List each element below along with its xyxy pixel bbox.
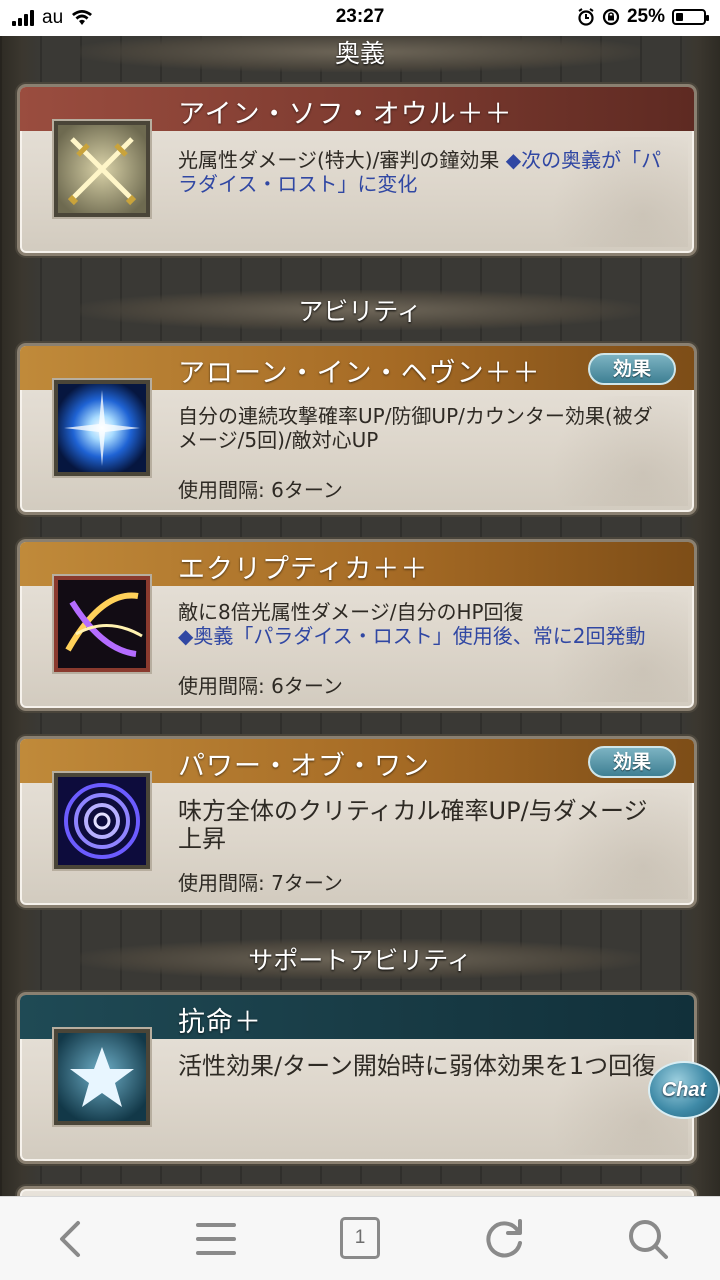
ability-name: パワー・オブ・ワン [178,751,430,782]
slash-arc-icon [54,576,150,672]
ability-name: アローン・イン・ヘヴン＋＋ [178,358,541,389]
tabs-button[interactable]: 1 [336,1215,384,1263]
light-burst-icon [54,380,150,476]
ability-cooldown: 使用間隔: 7ターン [178,871,343,895]
tab-count-icon: 1 [340,1217,380,1259]
effect-button[interactable]: 効果 [588,353,676,385]
next-card-partial [17,1186,697,1196]
reload-button[interactable] [480,1215,528,1263]
ougi-desc-text: 光属性ダメージ(特大)/審判の鐘効果 [178,148,506,172]
chevron-left-icon [60,1221,80,1257]
ability-cooldown: 使用間隔: 6ターン [178,674,343,698]
battery-percent: 25% [626,6,665,27]
rotation-lock-icon [602,8,620,26]
ougi-card[interactable]: アイン・ソフ・オウル＋＋ 光属性ダメージ(特大)/審判の鐘効果 ◆次の奥義が「パ… [17,84,697,256]
ability-card[interactable]: パワー・オブ・ワン 効果 味方全体のクリティカル確率UP/与ダメージ上昇 使用間… [17,736,697,908]
ability-description: 味方全体のクリティカル確率UP/与ダメージ上昇 [178,797,648,853]
ougi-name: アイン・ソフ・オウル＋＋ [178,99,513,130]
ability-card[interactable]: エクリプティカ＋＋ 敵に8倍光属性ダメージ/自分のHP回復 ◆奥義「パラダイス・… [17,539,697,711]
status-bar: au 23:27 25% [0,0,720,36]
support-description: 活性効果/ターン開始時に弱体効果を1つ回復 [178,1052,657,1080]
game-view: 奥義 アイン・ソフ・オウル＋＋ 光属性ダメージ(特大)/審判の鐘効果 ◆次の奥義… [0,36,720,1196]
hamburger-icon [196,1223,236,1255]
back-button[interactable] [48,1215,96,1263]
ability-desc-note: ◆奥義「パラダイス・ロスト」使用後、常に2回発動 [178,624,646,648]
chat-button[interactable]: Chat [648,1061,720,1119]
ability-name: エクリプティカ＋＋ [178,554,429,585]
support-ability-name: 抗命＋ [178,1007,262,1038]
browser-toolbar: 1 [0,1196,720,1280]
ability-cooldown: 使用間隔: 6ターン [178,478,343,502]
effect-button[interactable]: 効果 [588,746,676,778]
search-button[interactable] [624,1215,672,1263]
support-ability-card[interactable]: 抗命＋ 活性効果/ターン開始時に弱体効果を1つ回復 [17,992,697,1164]
ability-card[interactable]: アローン・イン・ヘヴン＋＋ 効果 自分の連続攻撃確率UP/防御UP/カウンター効… [17,343,697,515]
ability-desc-text: 敵に8倍光属性ダメージ/自分のHP回復 [178,600,524,624]
reload-icon [486,1219,522,1258]
star-icon [54,1029,150,1125]
battery-icon [672,9,709,25]
alarm-icon [578,8,594,26]
ougi-description: 光属性ダメージ(特大)/審判の鐘効果 ◆次の奥義が「パラダイス・ロスト」に変化 [178,148,662,196]
section-header-ougi: 奥義 [80,36,640,72]
search-icon [629,1220,668,1259]
section-header-support: サポートアビリティ [80,939,640,979]
menu-button[interactable] [192,1215,240,1263]
section-header-abilities: アビリティ [80,290,640,330]
ability-description: 敵に8倍光属性ダメージ/自分のHP回復 ◆奥義「パラダイス・ロスト」使用後、常に… [178,600,662,648]
crossed-swords-icon [54,121,150,217]
spiral-icon [54,773,150,869]
ability-description: 自分の連続攻撃確率UP/防御UP/カウンター効果(被ダメージ/5回)/敵対心UP [178,404,653,452]
